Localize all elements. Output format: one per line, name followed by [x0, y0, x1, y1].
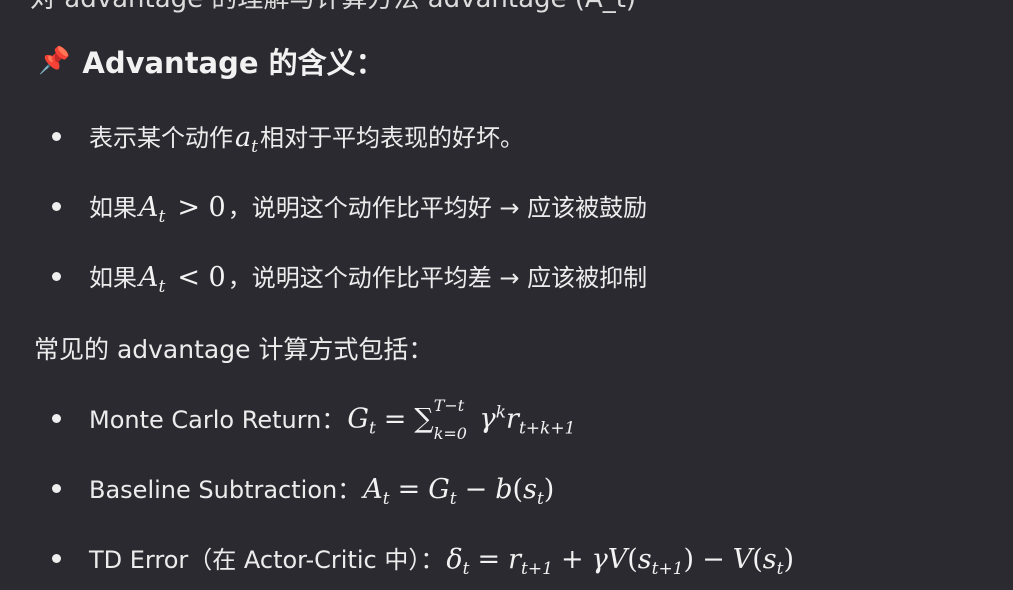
math-formula: At = Gt − b(st): [363, 474, 555, 509]
list-item-text: 相对于平均表现的好坏。: [259, 124, 524, 152]
methods-intro: 常见的 advantage 计算方式包括：: [34, 335, 434, 364]
bullet-icon: [52, 272, 61, 281]
bullet-icon: [52, 202, 61, 211]
math-inline: at: [235, 122, 258, 157]
list-item-text: ，说明这个动作比平均差 → 应该被抑制: [227, 264, 648, 292]
list-item-text: 如果: [89, 194, 137, 222]
bullet-icon: [52, 554, 61, 563]
list-item: 如果 At < 0 ，说明这个动作比平均差 → 应该被抑制: [52, 258, 647, 297]
math-formula: δt = rt+1 + γV(st+1) − V(st): [446, 544, 794, 579]
math-inline: At > 0: [139, 192, 226, 227]
list-item: TD Error（在 Actor-Critic 中）： δt = rt+1 + γV(s…: [52, 540, 796, 579]
section-heading: 📌 Advantage 的含义：: [38, 40, 385, 82]
math-formula: Gt = ∑ T−t k=0 γkrt+k+1: [347, 396, 576, 443]
list-item: Monte Carlo Return： Gt = ∑ T−t k=0 γkrt+k+1: [52, 398, 577, 442]
method-label: Baseline Subtraction：: [89, 476, 362, 504]
math-inline: At < 0: [139, 262, 226, 297]
pushpin-icon: 📌: [38, 46, 71, 76]
bullet-icon: [52, 484, 61, 493]
list-item: 如果 At > 0 ，说明这个动作比平均好 → 应该被鼓励: [52, 188, 647, 227]
list-item-text: 如果: [89, 264, 137, 292]
cut-off-previous-heading: 对 advantage 的理解与计算方法 advantage (A_t): [30, 0, 636, 15]
list-item-text: ，说明这个动作比平均好 → 应该被鼓励: [227, 194, 648, 222]
list-item: Baseline Subtraction： At = Gt − b(st): [52, 470, 556, 509]
list-item: 表示某个动作 at 相对于平均表现的好坏。: [52, 118, 524, 157]
bullet-icon: [52, 132, 61, 141]
method-label: TD Error（在 Actor-Critic 中）：: [89, 546, 445, 574]
list-item-text: 表示某个动作: [89, 124, 233, 152]
section-heading-text: Advantage 的含义：: [82, 46, 385, 80]
method-label: Monte Carlo Return：: [89, 405, 346, 434]
bullet-icon: [52, 413, 61, 423]
